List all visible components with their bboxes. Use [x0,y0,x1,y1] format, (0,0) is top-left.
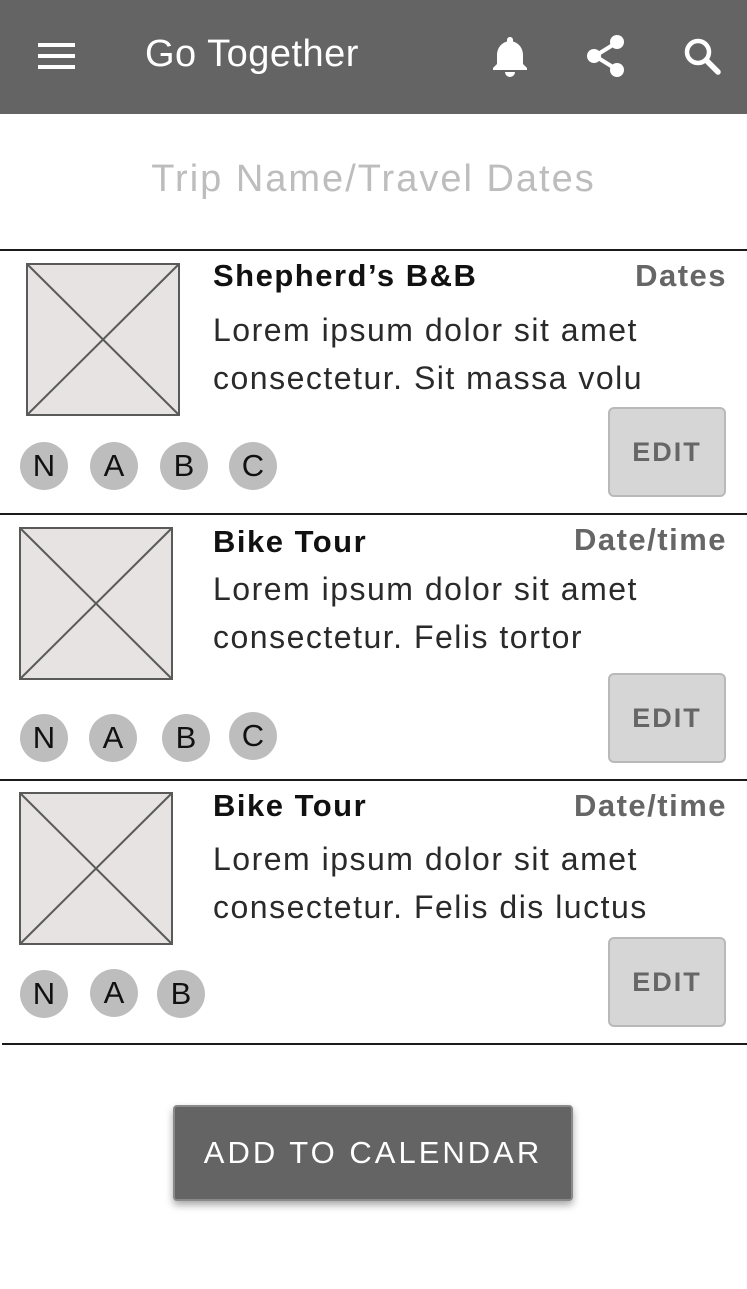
card-date: Date/time [573,788,727,823]
avatar[interactable]: B [157,970,205,1018]
card-title: Shepherd’s B&B [213,258,478,293]
card-description: Lorem ipsum dolor sit amet consectetur. … [213,565,683,661]
image-placeholder-icon [26,263,180,416]
description-line: consectetur. Felis tortor [213,619,584,655]
avatar[interactable]: A [90,442,138,490]
avatar[interactable]: N [20,442,68,490]
description-line: consectetur. Sit massa volu [213,360,644,396]
avatar[interactable]: A [90,969,138,1017]
avatar[interactable]: N [20,714,68,762]
description-line: consectetur. Felis dis luctus [213,889,648,925]
card-title: Bike Tour [213,524,368,559]
itinerary-card: Shepherd’s B&B Dates Lorem ipsum dolor s… [0,252,747,514]
avatar[interactable]: B [160,442,208,490]
avatar[interactable]: B [162,714,210,762]
image-placeholder-icon [19,527,173,680]
share-icon[interactable] [580,30,632,82]
bell-icon[interactable] [484,30,536,82]
divider [0,779,747,781]
avatar[interactable]: C [229,712,277,760]
itinerary-card: Bike Tour Date/time Lorem ipsum dolor si… [0,782,747,1044]
edit-button[interactable]: EDIT [608,407,726,497]
description-line: Lorem ipsum dolor sit amet [213,312,638,348]
card-date: Date/time [573,522,727,557]
description-line: Lorem ipsum dolor sit amet [213,841,638,877]
card-date: Dates [635,258,727,293]
avatar[interactable]: N [20,970,68,1018]
app-title: Go Together [145,33,359,75]
trip-subtitle: Trip Name/Travel Dates [151,158,596,200]
edit-button[interactable]: EDIT [608,673,726,763]
description-line: Lorem ipsum dolor sit amet [213,571,638,607]
card-description: Lorem ipsum dolor sit amet consectetur. … [213,306,683,402]
avatar[interactable]: C [229,442,277,490]
menu-icon[interactable] [30,35,82,77]
edit-button[interactable]: EDIT [608,937,726,1027]
card-title: Bike Tour [213,788,368,823]
search-icon[interactable] [676,30,728,82]
image-placeholder-icon [19,792,173,945]
divider [0,249,747,251]
itinerary-card: Bike Tour Date/time Lorem ipsum dolor si… [0,516,747,778]
app-bar: Go Together [0,0,747,114]
add-to-calendar-button[interactable]: ADD TO CALENDAR [173,1105,573,1201]
card-description: Lorem ipsum dolor sit amet consectetur. … [213,835,683,931]
avatar[interactable]: A [89,714,137,762]
